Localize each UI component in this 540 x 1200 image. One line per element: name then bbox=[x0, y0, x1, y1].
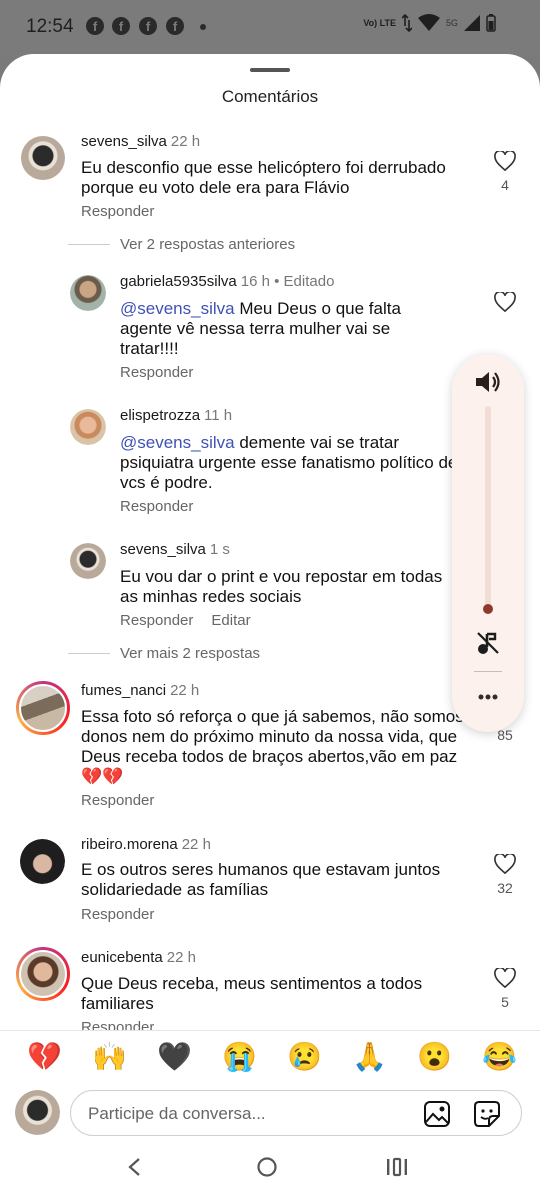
username[interactable]: ribeiro.morena bbox=[81, 836, 178, 853]
emoji-button[interactable]: 🖤 bbox=[157, 1041, 192, 1073]
status-bar: 12:54 f f f f Vo) LTE 5G bbox=[0, 0, 540, 56]
username[interactable]: sevens_silva bbox=[120, 541, 206, 558]
view-more-replies[interactable]: Ver mais 2 respostas bbox=[120, 645, 260, 662]
heart-icon bbox=[494, 151, 516, 171]
more-icon[interactable] bbox=[478, 694, 498, 700]
volte-icon: Vo) LTE bbox=[363, 18, 396, 28]
emoji-button[interactable]: 💔 bbox=[27, 1041, 62, 1073]
emoji-button[interactable]: 🙌 bbox=[92, 1041, 127, 1073]
avatar[interactable] bbox=[16, 681, 70, 735]
avatar[interactable] bbox=[20, 839, 65, 884]
facebook-icon: f bbox=[166, 17, 184, 35]
emoji-button[interactable]: 😂 bbox=[482, 1041, 517, 1073]
image-icon[interactable] bbox=[423, 1100, 451, 1128]
reply-button[interactable]: Responder bbox=[81, 203, 154, 220]
comment-time: 11 h bbox=[204, 407, 233, 424]
mention-link[interactable]: @sevens_silva bbox=[120, 299, 235, 318]
reply-button[interactable]: Responder bbox=[81, 792, 154, 809]
comment-input[interactable]: Participe da conversa... bbox=[70, 1090, 522, 1136]
edit-button[interactable]: Editar bbox=[211, 612, 250, 629]
thread-line bbox=[68, 653, 110, 654]
avatar[interactable] bbox=[16, 947, 70, 1001]
like-button[interactable]: 32 bbox=[490, 854, 520, 896]
avatar[interactable] bbox=[21, 136, 65, 180]
facebook-icon: f bbox=[112, 17, 130, 35]
volume-slider-thumb[interactable] bbox=[483, 604, 493, 614]
comment-time: 22 h bbox=[166, 949, 196, 966]
like-button[interactable]: 5 bbox=[490, 968, 520, 1010]
comment-text: E os outros seres humanos que estavam ju… bbox=[81, 860, 441, 899]
comment-time: 22 h bbox=[170, 133, 201, 150]
battery-icon bbox=[486, 14, 496, 32]
emoji-button[interactable]: 😭 bbox=[222, 1041, 257, 1073]
volume-slider[interactable] bbox=[485, 406, 491, 606]
avatar[interactable] bbox=[70, 409, 106, 445]
wifi-icon bbox=[417, 14, 440, 31]
username[interactable]: sevens_silva bbox=[81, 133, 167, 150]
heart-icon bbox=[494, 854, 516, 874]
status-icons: Vo) LTE 5G bbox=[363, 14, 496, 32]
input-placeholder: Participe da conversa... bbox=[88, 1104, 266, 1123]
comment-time: 22 h bbox=[170, 682, 200, 699]
reply-button[interactable]: Responder bbox=[120, 612, 193, 629]
comment-text: Que Deus receba, meus sentimentos a todo… bbox=[81, 974, 423, 1013]
comment-text: @sevens_silva Meu Deus o que falta agent… bbox=[120, 299, 420, 359]
like-count: 5 bbox=[501, 994, 509, 1010]
reply-button[interactable]: Responder bbox=[120, 364, 193, 381]
avatar[interactable] bbox=[70, 543, 106, 579]
heart-icon bbox=[494, 292, 516, 312]
music-off-icon[interactable] bbox=[475, 630, 501, 656]
like-count: 32 bbox=[497, 880, 513, 896]
avatar bbox=[15, 1090, 60, 1135]
back-icon[interactable] bbox=[126, 1157, 142, 1177]
signal-icon bbox=[464, 15, 480, 31]
comment-text: Eu vou dar o print e vou repostar em tod… bbox=[120, 567, 443, 606]
network-type: 5G bbox=[445, 18, 458, 28]
comment-text: @sevens_silva demente vai se tratar psiq… bbox=[120, 433, 458, 493]
view-previous-replies[interactable]: Ver 2 respostas anteriores bbox=[120, 236, 295, 253]
navigation-bar bbox=[0, 1142, 540, 1200]
comment-text: Essa foto só reforça o que já sabemos, n… bbox=[81, 707, 464, 786]
username[interactable]: eunicebenta bbox=[81, 949, 163, 966]
mention-link[interactable]: @sevens_silva bbox=[120, 433, 235, 452]
heart-icon bbox=[494, 968, 516, 988]
like-count: 4 bbox=[501, 177, 509, 193]
emoji-button[interactable]: 😢 bbox=[287, 1041, 322, 1073]
like-button[interactable] bbox=[490, 292, 520, 312]
comment-composer: Participe da conversa... bbox=[0, 1086, 540, 1142]
more-notifications-icon bbox=[200, 24, 206, 30]
speaker-icon[interactable] bbox=[474, 369, 502, 395]
username[interactable]: gabriela5935silva bbox=[120, 273, 237, 290]
emoji-bar: 💔 🙌 🖤 😭 😢 🙏 😮 😂 bbox=[0, 1030, 540, 1086]
facebook-icon: f bbox=[86, 17, 104, 35]
like-button[interactable]: 4 bbox=[490, 151, 520, 193]
avatar[interactable] bbox=[70, 275, 106, 311]
data-arrows-icon bbox=[401, 14, 412, 32]
username[interactable]: fumes_nanci bbox=[81, 682, 166, 699]
comment-text: Eu desconfio que esse helicóptero foi de… bbox=[81, 158, 446, 197]
divider bbox=[474, 671, 502, 672]
home-icon[interactable] bbox=[256, 1156, 278, 1178]
thread-line bbox=[68, 244, 110, 245]
status-time: 12:54 bbox=[26, 16, 74, 37]
edited-label: • Editado bbox=[269, 273, 335, 290]
facebook-icon: f bbox=[139, 17, 157, 35]
sheet-title: Comentários bbox=[221, 87, 319, 106]
comment-time: 16 h bbox=[240, 273, 270, 290]
reply-button[interactable]: Responder bbox=[120, 498, 193, 515]
sticker-icon[interactable] bbox=[473, 1100, 501, 1128]
comment-time: 22 h bbox=[181, 836, 211, 853]
drag-handle[interactable] bbox=[250, 68, 290, 72]
emoji-button[interactable]: 😮 bbox=[417, 1041, 452, 1073]
username[interactable]: elispetrozza bbox=[120, 407, 200, 424]
volume-panel bbox=[452, 354, 524, 732]
comment-time: 1 s bbox=[209, 541, 230, 558]
reply-button[interactable]: Responder bbox=[81, 906, 154, 923]
emoji-button[interactable]: 🙏 bbox=[352, 1041, 387, 1073]
recent-apps-icon[interactable] bbox=[386, 1157, 408, 1177]
reply-button[interactable]: Responder bbox=[81, 1019, 154, 1030]
